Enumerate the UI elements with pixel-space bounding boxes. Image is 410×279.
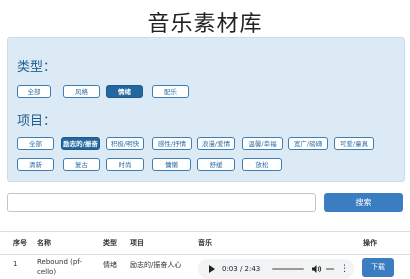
header-project: 项目: [130, 239, 144, 247]
row-index: 1: [13, 260, 18, 268]
header-action: 操作: [363, 239, 377, 247]
project-chip-relax[interactable]: 放松: [242, 158, 282, 171]
project-chip-cute[interactable]: 可爱/童真: [334, 137, 374, 150]
play-icon[interactable]: [209, 265, 215, 273]
type-label: 类型：: [17, 60, 57, 75]
project-chip-grand[interactable]: 宽广/磅礴: [288, 137, 328, 150]
type-chip-style[interactable]: 风格: [63, 85, 100, 98]
project-chip-fresh[interactable]: 清新: [17, 158, 54, 171]
filter-panel: 类型： 全部 风格 情绪 配乐 项目： 全部 励志的/振奋 积极/明快 感性/抒…: [7, 37, 405, 182]
search-button[interactable]: 搜索: [324, 193, 403, 212]
project-chip-positive[interactable]: 积极/明快: [106, 137, 144, 150]
project-chip-romantic[interactable]: 浪漫/爱情: [197, 137, 235, 150]
type-chip-mood[interactable]: 情绪: [106, 85, 143, 98]
project-chip-emotional[interactable]: 感性/抒情: [152, 137, 192, 150]
audio-player[interactable]: 0:03 / 2:43 ⋮: [198, 259, 354, 279]
page-title: 音乐素材库: [147, 12, 263, 37]
project-chip-soothing[interactable]: 舒缓: [197, 158, 235, 171]
type-chip-all[interactable]: 全部: [17, 85, 51, 98]
project-label: 项目：: [17, 114, 57, 129]
project-chip-fashion[interactable]: 时尚: [106, 158, 144, 171]
type-chip-score[interactable]: 配乐: [152, 85, 189, 98]
volume-track[interactable]: [326, 268, 334, 270]
search-input[interactable]: [7, 193, 316, 212]
project-chip-inspiring[interactable]: 励志的/振奋: [61, 137, 100, 150]
row-name: Rebound (pf-cello): [37, 258, 82, 276]
project-chip-retro[interactable]: 复古: [63, 158, 100, 171]
table-header: 序号 名称 类型 项目 音乐 操作: [0, 231, 410, 255]
row-project: 励志的/振奋人心: [130, 261, 182, 269]
audio-time: 0:03 / 2:43: [222, 265, 261, 273]
volume-icon[interactable]: [312, 265, 322, 273]
header-name: 名称: [37, 239, 51, 247]
header-index: 序号: [13, 239, 27, 247]
header-music: 音乐: [198, 239, 212, 247]
project-chip-warm[interactable]: 温馨/幸福: [242, 137, 283, 150]
row-type: 情绪: [103, 261, 117, 269]
project-chip-all[interactable]: 全部: [17, 137, 54, 150]
header-type: 类型: [103, 239, 117, 247]
download-button[interactable]: 下载: [362, 258, 394, 277]
audio-progress-track[interactable]: [272, 268, 304, 270]
project-chip-lazy[interactable]: 慵懒: [152, 158, 191, 171]
more-options-icon[interactable]: ⋮: [340, 264, 349, 274]
